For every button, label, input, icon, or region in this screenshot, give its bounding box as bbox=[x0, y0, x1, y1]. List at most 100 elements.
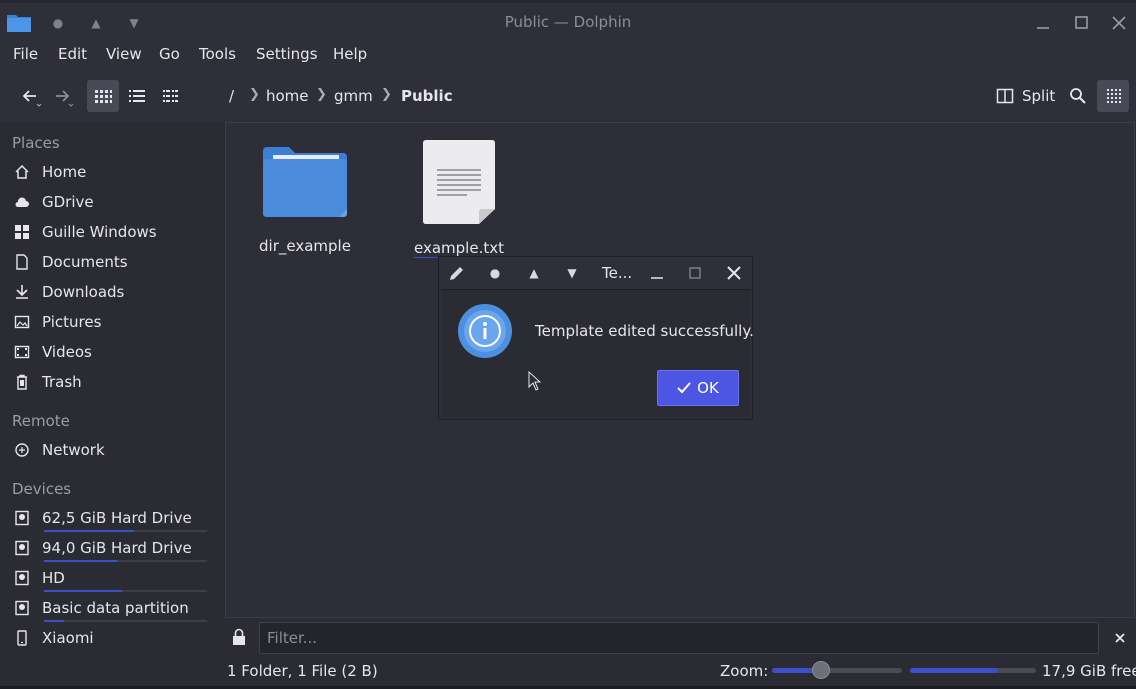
sidebar-item-device-basic-data[interactable]: Basic data partition bbox=[12, 594, 212, 622]
sidebar-item-label: 62,5 GiB Hard Drive bbox=[42, 509, 192, 527]
menu-go[interactable]: Go bbox=[159, 45, 180, 63]
sidebar-item-network[interactable]: Network bbox=[12, 436, 212, 464]
sidebar-item-label: Downloads bbox=[42, 283, 125, 301]
dialog-titlebar: ● ▲ ▼ Te... bbox=[439, 257, 752, 289]
list-icon bbox=[129, 90, 145, 102]
close-icon[interactable] bbox=[1114, 632, 1126, 644]
video-icon bbox=[12, 342, 32, 362]
close-button[interactable] bbox=[1108, 12, 1130, 34]
columns-icon bbox=[163, 90, 178, 102]
forward-button[interactable] bbox=[46, 80, 78, 112]
dialog-body: Template edited successfully. OK bbox=[441, 289, 754, 417]
free-space-text: 17,9 GiB free bbox=[1042, 662, 1136, 680]
sidebar-item-device-xiaomi[interactable]: Xiaomi bbox=[12, 624, 212, 652]
breadcrumb-home[interactable]: home bbox=[266, 87, 309, 105]
toolbar: / ❯ home ❯ gmm ❯ Public Split bbox=[0, 70, 1136, 122]
sidebar-item-gdrive[interactable]: GDrive bbox=[12, 188, 212, 216]
message-dialog: ● ▲ ▼ Te... Template edited successfully… bbox=[438, 256, 754, 420]
menu-settings[interactable]: Settings bbox=[256, 45, 318, 63]
harddrive-icon bbox=[12, 538, 32, 558]
picture-icon bbox=[12, 312, 32, 332]
back-button[interactable] bbox=[14, 80, 46, 112]
maximize-icon bbox=[689, 267, 701, 279]
sidebar-item-home[interactable]: Home bbox=[12, 158, 212, 186]
filter-input[interactable] bbox=[259, 622, 1099, 654]
sidebar-item-label: 94,0 GiB Hard Drive bbox=[42, 539, 192, 557]
ok-button[interactable]: OK bbox=[657, 370, 739, 406]
capacity-fill bbox=[44, 590, 123, 592]
close-icon bbox=[727, 266, 741, 280]
menu-help[interactable]: Help bbox=[333, 45, 367, 63]
arrow-left-icon bbox=[22, 90, 42, 107]
text-file-icon bbox=[423, 140, 495, 224]
breadcrumb-root[interactable]: / bbox=[229, 87, 234, 105]
sidebar-item-label: HD bbox=[42, 569, 65, 587]
chevron-right-icon: ❯ bbox=[381, 87, 392, 102]
move-down-icon[interactable]: ▼ bbox=[562, 263, 582, 283]
menu-view[interactable]: View bbox=[106, 45, 142, 63]
icons-view-button[interactable] bbox=[87, 80, 119, 112]
capacity-fill bbox=[44, 530, 134, 532]
close-icon bbox=[1112, 16, 1126, 30]
mouse-cursor-icon bbox=[528, 371, 542, 391]
split-view-icon bbox=[996, 88, 1014, 104]
sidebar-item-trash[interactable]: Trash bbox=[12, 368, 212, 396]
chevron-right-icon: ❯ bbox=[249, 87, 260, 102]
file-item-folder[interactable]: dir_example bbox=[250, 141, 360, 255]
dialog-title: Te... bbox=[602, 264, 633, 282]
lock-icon[interactable] bbox=[231, 628, 247, 646]
sidebar-item-label: Trash bbox=[42, 373, 82, 391]
split-button[interactable]: Split bbox=[990, 82, 1061, 110]
minimize-icon bbox=[651, 277, 663, 279]
menu-file[interactable]: File bbox=[13, 45, 38, 63]
details-view-button[interactable] bbox=[121, 80, 153, 112]
sidebar-item-documents[interactable]: Documents bbox=[12, 248, 212, 276]
zoom-label: Zoom: bbox=[720, 662, 769, 680]
sidebar-item-label: Basic data partition bbox=[42, 599, 189, 617]
breadcrumb-gmm[interactable]: gmm bbox=[334, 87, 373, 105]
sidebar-item-label: Home bbox=[42, 163, 87, 181]
filter-bar bbox=[225, 620, 1135, 656]
keep-on-top-icon[interactable]: ● bbox=[485, 263, 505, 283]
network-icon bbox=[12, 440, 32, 460]
main-menu-button[interactable] bbox=[1097, 80, 1129, 112]
file-name: dir_example bbox=[259, 237, 351, 255]
maximize-icon bbox=[1075, 16, 1088, 29]
minimize-icon bbox=[1037, 27, 1049, 29]
dialog-maximize-button[interactable] bbox=[685, 263, 705, 283]
sidebar-item-device-hd[interactable]: HD bbox=[12, 564, 212, 592]
maximize-button[interactable] bbox=[1070, 12, 1092, 34]
search-icon bbox=[1070, 88, 1086, 104]
window-titlebar: ● ▲ ▼ Public — Dolphin bbox=[0, 0, 1136, 40]
sidebar-item-device-94gib[interactable]: 94,0 GiB Hard Drive bbox=[12, 534, 212, 562]
dialog-close-button[interactable] bbox=[724, 263, 744, 283]
zoom-slider[interactable] bbox=[772, 661, 902, 679]
status-bar: 1 Folder, 1 File (2 B) Zoom: 17,9 GiB fr… bbox=[0, 656, 1136, 686]
harddrive-icon bbox=[12, 568, 32, 588]
capacity-bar bbox=[44, 560, 207, 562]
trash-icon bbox=[12, 372, 32, 392]
sidebar-item-label: Documents bbox=[42, 253, 128, 271]
compact-view-button[interactable] bbox=[154, 80, 186, 112]
menu-edit[interactable]: Edit bbox=[58, 45, 87, 63]
pencil-icon[interactable] bbox=[447, 263, 467, 283]
download-icon bbox=[12, 282, 32, 302]
capacity-bar bbox=[44, 590, 207, 592]
search-button[interactable] bbox=[1062, 80, 1094, 112]
sidebar-item-downloads[interactable]: Downloads bbox=[12, 278, 212, 306]
remote-heading: Remote bbox=[12, 412, 70, 430]
home-icon bbox=[12, 162, 32, 182]
sidebar-item-device-62gib[interactable]: 62,5 GiB Hard Drive bbox=[12, 504, 212, 532]
sidebar-item-guille-windows[interactable]: Guille Windows bbox=[12, 218, 212, 246]
menu-tools[interactable]: Tools bbox=[199, 45, 236, 63]
harddrive-icon bbox=[12, 598, 32, 618]
move-up-icon[interactable]: ▲ bbox=[524, 263, 544, 283]
dialog-minimize-button[interactable] bbox=[647, 263, 667, 283]
breadcrumb-public[interactable]: Public bbox=[401, 87, 453, 105]
zoom-slider-handle[interactable] bbox=[812, 661, 831, 679]
minimize-button[interactable] bbox=[1032, 12, 1054, 34]
file-item-text[interactable]: example.txt bbox=[404, 139, 514, 258]
sidebar-item-videos[interactable]: Videos bbox=[12, 338, 212, 366]
capacity-fill bbox=[44, 560, 118, 562]
sidebar-item-pictures[interactable]: Pictures bbox=[12, 308, 212, 336]
